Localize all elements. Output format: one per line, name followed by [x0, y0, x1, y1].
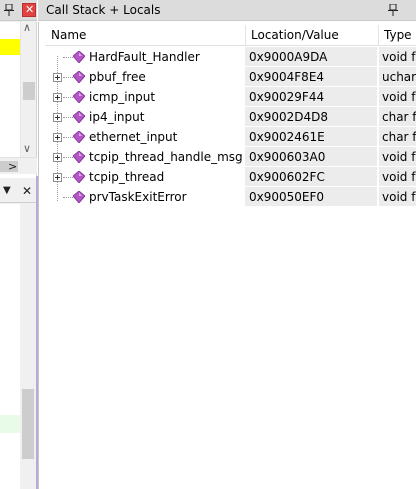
- close-button[interactable]: ✕: [22, 3, 36, 17]
- function-gem-icon: [73, 191, 85, 203]
- pin-icon[interactable]: [4, 4, 14, 16]
- column-header-location[interactable]: Location/Value: [251, 28, 339, 42]
- function-name: HardFault_Handler: [89, 50, 200, 64]
- function-gem-icon: [73, 111, 85, 123]
- location-cell: 0x9002461E: [245, 127, 378, 147]
- scroll-right-arrow-icon[interactable]: >: [8, 160, 17, 173]
- type-cell: void f(: [379, 167, 416, 187]
- location-value: 0x90029F44: [249, 90, 325, 104]
- type-value: void f(: [382, 170, 416, 184]
- function-gem-icon: [73, 71, 85, 83]
- type-value: void f(: [382, 190, 416, 204]
- type-value: void f(: [382, 150, 416, 164]
- panel-title: Call Stack + Locals: [46, 3, 161, 17]
- expand-plus-icon[interactable]: [53, 113, 62, 122]
- left-pane-titlebar: ✕: [0, 0, 37, 21]
- function-name: ip4_input: [89, 110, 145, 124]
- column-header-row: Name Location/Value Type: [45, 25, 416, 46]
- close-icon: ✕: [25, 3, 35, 16]
- location-value: 0x9000A9DA: [249, 50, 328, 64]
- function-name: prvTaskExitError: [89, 190, 187, 204]
- type-value: char f(: [382, 110, 416, 124]
- column-divider[interactable]: [245, 25, 246, 46]
- function-gem-icon: [73, 51, 85, 63]
- expand-plus-icon[interactable]: [53, 153, 62, 162]
- function-gem-icon: [73, 151, 85, 163]
- location-cell: 0x900602FC: [245, 167, 378, 187]
- location-cell: 0x900603A0: [245, 147, 378, 167]
- column-header-type[interactable]: Type: [384, 28, 412, 42]
- lower-pane-titlebar: ▼ ✕: [0, 182, 37, 203]
- function-gem-icon: [73, 131, 85, 143]
- type-cell: char f(: [379, 107, 416, 127]
- scroll-up-arrow-icon[interactable]: ∧: [23, 21, 31, 34]
- scrollbar-thumb[interactable]: [23, 82, 35, 100]
- function-gem-icon: [73, 171, 85, 183]
- function-name: tcpip_thread_handle_msg: [89, 150, 243, 164]
- location-value: 0x9004F8E4: [249, 70, 325, 84]
- table-row[interactable]: ethernet_input 0x9002461E char f(: [45, 127, 416, 147]
- location-value: 0x9002D4D8: [249, 110, 329, 124]
- type-cell: void f(: [379, 187, 416, 207]
- type-value: char f(: [382, 130, 416, 144]
- location-cell: 0x90029F44: [245, 87, 378, 107]
- location-cell: 0x9004F8E4: [245, 67, 378, 87]
- location-value: 0x9002461E: [249, 130, 325, 144]
- table-row[interactable]: tcpip_thread_handle_msg 0x900603A0 void f(: [45, 147, 416, 167]
- type-value: uchar f: [382, 70, 416, 84]
- type-cell: void f(: [379, 87, 416, 107]
- type-cell: void f(: [379, 147, 416, 167]
- highlighted-line: [0, 39, 20, 55]
- function-gem-icon: [73, 91, 85, 103]
- table-row[interactable]: pbuf_free 0x9004F8E4 uchar f: [45, 67, 416, 87]
- close-icon[interactable]: ✕: [22, 184, 32, 198]
- type-cell: void f(: [379, 47, 416, 67]
- type-cell: char f(: [379, 127, 416, 147]
- type-value: void f(: [382, 50, 416, 64]
- expand-plus-icon[interactable]: [53, 73, 62, 82]
- pin-icon[interactable]: [388, 4, 398, 16]
- panel-titlebar: Call Stack + Locals: [38, 0, 416, 21]
- location-value: 0x900603A0: [249, 150, 326, 164]
- expand-plus-icon[interactable]: [53, 133, 62, 142]
- dropdown-icon[interactable]: ▼: [3, 185, 11, 196]
- type-value: void f(: [382, 90, 416, 104]
- scrollbar-thumb[interactable]: [22, 389, 34, 459]
- table-row[interactable]: ip4_input 0x9002D4D8 char f(: [45, 107, 416, 127]
- scroll-down-arrow-icon[interactable]: ∨: [23, 142, 31, 155]
- type-cell: uchar f: [379, 67, 416, 87]
- location-cell: 0x9002D4D8: [245, 107, 378, 127]
- expand-plus-icon[interactable]: [53, 173, 62, 182]
- table-row[interactable]: tcpip_thread 0x900602FC void f(: [45, 167, 416, 187]
- location-cell: 0x90050EF0: [245, 187, 378, 207]
- expand-plus-icon[interactable]: [53, 93, 62, 102]
- location-value: 0x90050EF0: [249, 190, 325, 204]
- function-name: tcpip_thread: [89, 170, 165, 184]
- table-row[interactable]: HardFault_Handler 0x9000A9DA void f(: [45, 47, 416, 67]
- highlighted-line: [0, 415, 20, 433]
- function-name: pbuf_free: [89, 70, 146, 84]
- table-row[interactable]: icmp_input 0x90029F44 void f(: [45, 87, 416, 107]
- table-row[interactable]: prvTaskExitError 0x90050EF0 void f(: [45, 187, 416, 207]
- vertical-scrollbar[interactable]: ∧ ∨: [20, 21, 36, 161]
- function-name: ethernet_input: [89, 130, 178, 144]
- horizontal-scrollbar[interactable]: >: [0, 157, 37, 174]
- location-value: 0x900602FC: [249, 170, 325, 184]
- location-cell: 0x9000A9DA: [245, 47, 378, 67]
- column-header-name[interactable]: Name: [51, 28, 86, 42]
- function-name: icmp_input: [89, 90, 156, 104]
- vertical-scrollbar[interactable]: [20, 204, 36, 489]
- column-divider[interactable]: [378, 25, 379, 46]
